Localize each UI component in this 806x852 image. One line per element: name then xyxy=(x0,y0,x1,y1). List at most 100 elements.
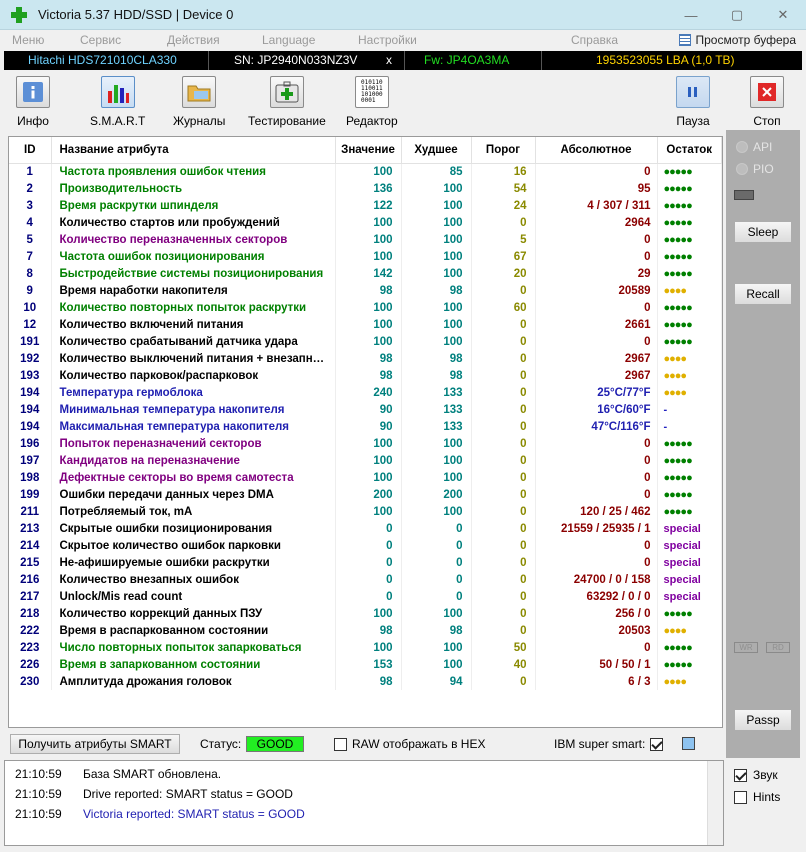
attr-value: 100 xyxy=(335,469,402,486)
color-indicator[interactable] xyxy=(682,737,695,750)
table-row[interactable]: 7 Частота ошибок позиционирования 100 100 67… xyxy=(9,248,722,265)
col-remain[interactable]: Остаток xyxy=(657,137,722,164)
col-threshold[interactable]: Порог xyxy=(471,137,536,164)
sound-option[interactable]: Звук xyxy=(734,768,780,782)
table-row[interactable]: 226 Время в запаркованном состоянии 153 100… xyxy=(9,656,722,673)
attr-id: 214 xyxy=(9,537,52,554)
table-row[interactable]: 193 Количество парковок/распарковок 98 98 0 2… xyxy=(9,367,722,384)
attr-value: 98 xyxy=(335,622,402,639)
attr-value: 100 xyxy=(335,231,402,248)
table-row[interactable]: 198 Дефектные секторы во время самотеста 1… xyxy=(9,469,722,486)
sound-checkbox[interactable] xyxy=(734,768,747,782)
table-row[interactable]: 213 Скрытые ошибки позиционирования 0 0 0 215… xyxy=(9,520,722,537)
pause-button[interactable]: Пауза xyxy=(676,76,710,128)
attr-absolute: 0 xyxy=(535,537,658,554)
pio-radio[interactable]: PIO xyxy=(736,162,774,176)
hints-option[interactable]: Hints xyxy=(734,790,780,804)
attr-worst: 100 xyxy=(401,639,472,656)
attr-id: 226 xyxy=(9,656,52,673)
table-row[interactable]: 194 Максимальная температура накопителя 90… xyxy=(9,418,722,435)
table-row[interactable]: 194 Минимальная температура накопителя 90 1… xyxy=(9,401,722,418)
attr-remain: special xyxy=(657,537,722,554)
drive-close-x[interactable]: x xyxy=(386,53,392,67)
table-row[interactable]: 197 Кандидатов на переназначение 100 100 0 0 ●… xyxy=(9,452,722,469)
minimize-button[interactable]: — xyxy=(668,0,714,30)
info-icon xyxy=(16,76,50,108)
attr-id: 2 xyxy=(9,180,52,197)
table-row[interactable]: 217 Unlock/Mis read count 0 0 0 63292 / 0 / 0… xyxy=(9,588,722,605)
table-row[interactable]: 191 Количество срабатываний датчика удара… xyxy=(9,333,722,350)
menu-item-service[interactable]: Сервис xyxy=(80,33,121,47)
table-row[interactable]: 214 Скрытое количество ошибок парковки 0 0 0… xyxy=(9,537,722,554)
stop-button[interactable]: Стоп xyxy=(750,76,784,128)
attr-remain: ●●●●● xyxy=(657,248,722,265)
log-scrollbar[interactable] xyxy=(707,761,723,845)
table-row[interactable]: 216 Количество внезапных ошибок 0 0 0 24700 /… xyxy=(9,571,722,588)
raw-hex-checkbox[interactable] xyxy=(334,737,347,752)
menu-item-settings[interactable]: Настройки xyxy=(358,33,417,47)
info-button[interactable]: Инфо xyxy=(16,76,50,128)
logs-button[interactable]: Журналы xyxy=(173,76,225,128)
attr-absolute: 2967 xyxy=(535,367,658,384)
attr-remain: ●●●●● xyxy=(657,469,722,486)
table-row[interactable]: 223 Число повторных попыток запарковаться… xyxy=(9,639,722,656)
table-row[interactable]: 12 Количество включений питания 100 100 0 266… xyxy=(9,316,722,333)
table-row[interactable]: 192 Количество выключений питания + внеза… xyxy=(9,350,722,367)
table-row[interactable]: 3 Время раскрутки шпинделя 122 100 24 4 / 307… xyxy=(9,197,722,214)
attr-remain: ●●●● xyxy=(657,384,722,401)
attr-remain: ●●●● xyxy=(657,282,722,299)
get-smart-button[interactable]: Получить атрибуты SMART xyxy=(10,734,180,754)
menu-item-actions[interactable]: Действия xyxy=(167,33,220,47)
table-row[interactable]: 196 Попыток переназначений секторов 100 100… xyxy=(9,435,722,452)
attr-id: 3 xyxy=(9,197,52,214)
table-row[interactable]: 215 Не-афишируемые ошибки раскрутки 0 0 0 0 sp… xyxy=(9,554,722,571)
recall-button[interactable]: Recall xyxy=(734,283,792,305)
table-row[interactable]: 222 Время в распаркованном состоянии 98 98 0… xyxy=(9,622,722,639)
attr-threshold: 0 xyxy=(471,282,536,299)
table-row[interactable]: 218 Количество коррекций данных ПЗУ 100 100… xyxy=(9,605,722,622)
maximize-button[interactable]: ▢ xyxy=(714,0,760,30)
table-row[interactable]: 211 Потребляемый ток, mA 100 100 0 120 / 25 /… xyxy=(9,503,722,520)
test-button[interactable]: Тестирование xyxy=(248,76,326,128)
hints-checkbox[interactable] xyxy=(734,790,747,804)
attr-value: 0 xyxy=(335,520,402,537)
rd-indicator: RD xyxy=(766,642,790,653)
col-worst[interactable]: Худшее xyxy=(401,137,472,164)
table-row[interactable]: 194 Температура гермоблока 240 133 0 25°C/77°… xyxy=(9,384,722,401)
table-row[interactable]: 9 Время наработки накопителя 98 98 0 20589 ●●●… xyxy=(9,282,722,299)
attr-id: 10 xyxy=(9,299,52,316)
close-button[interactable]: ✕ xyxy=(760,0,806,30)
log-text: Drive reported: SMART status = GOOD xyxy=(83,787,293,801)
attr-id: 193 xyxy=(9,367,52,384)
attr-remain: special xyxy=(657,520,722,537)
col-absolute[interactable]: Абсолютное xyxy=(535,137,658,164)
api-radio[interactable]: API xyxy=(736,140,772,154)
col-name[interactable]: Название атрибута xyxy=(51,137,336,164)
menu-item-help[interactable]: Справка xyxy=(571,33,618,47)
menu-item-language[interactable]: Language xyxy=(262,33,315,47)
table-row[interactable]: 1 Частота проявления ошибок чтения 100 85 16… xyxy=(9,163,722,180)
passp-button[interactable]: Passp xyxy=(734,709,792,731)
attr-threshold: 0 xyxy=(471,401,536,418)
table-row[interactable]: 2 Производительность 136 100 54 95 ●●●●● xyxy=(9,180,722,197)
ibm-check-box[interactable] xyxy=(650,738,663,752)
attr-remain: ●●●● xyxy=(657,350,722,367)
table-row[interactable]: 10 Количество повторных попыток раскрутки… xyxy=(9,299,722,316)
table-row[interactable]: 5 Количество переназначенных секторов 100 1… xyxy=(9,231,722,248)
editor-button[interactable]: 010110 110011 101000 0001 Редактор xyxy=(346,76,398,128)
smart-button[interactable]: S.M.A.R.T xyxy=(90,76,145,128)
table-row[interactable]: 4 Количество стартов или пробуждений 100 10… xyxy=(9,214,722,231)
log-line: 21:10:59 База SMART обновлена. xyxy=(15,767,221,781)
col-value[interactable]: Значение xyxy=(335,137,402,164)
buffer-view-button[interactable]: Просмотр буфера xyxy=(679,33,796,47)
raw-hex-box[interactable] xyxy=(334,738,347,752)
sleep-button[interactable]: Sleep xyxy=(734,221,792,243)
attr-absolute: 95 xyxy=(535,180,658,197)
ibm-super-smart-checkbox[interactable] xyxy=(650,737,663,752)
table-row[interactable]: 199 Ошибки передачи данных через DMA 200 20… xyxy=(9,486,722,503)
drive-serial: SN: JP2940N033NZ3V xyxy=(234,53,358,67)
table-row[interactable]: 8 Быстродействие системы позиционирования… xyxy=(9,265,722,282)
col-id[interactable]: ID xyxy=(9,137,52,164)
table-row[interactable]: 230 Амплитуда дрожания головок 98 94 0 6 / 3 ●… xyxy=(9,673,722,690)
menu-item-main[interactable]: Меню xyxy=(12,33,44,47)
